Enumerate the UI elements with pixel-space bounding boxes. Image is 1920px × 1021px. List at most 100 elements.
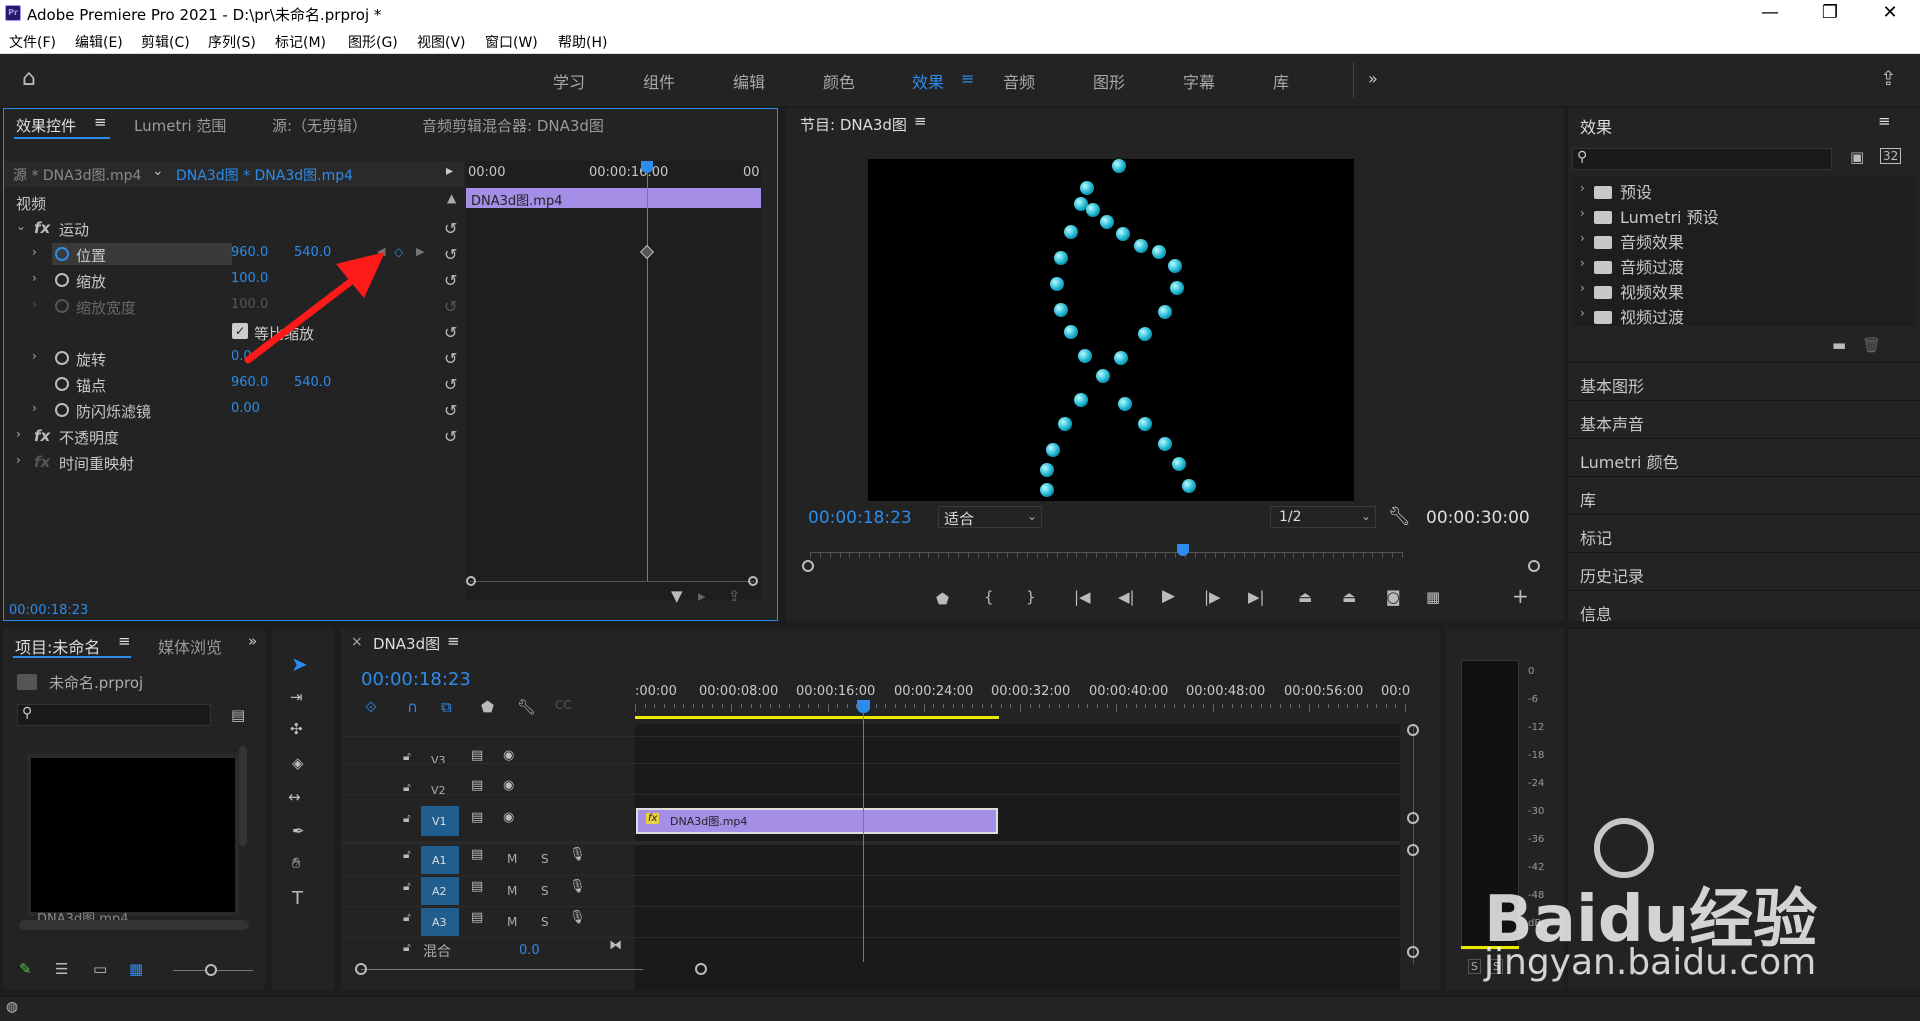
menu-marker[interactable]: 标记(M) (275, 32, 326, 52)
expand-icon[interactable]: › (32, 401, 37, 415)
lift-icon[interactable]: ⏏ (1298, 588, 1312, 606)
fx-icon[interactable]: fx (34, 219, 50, 237)
sync-lock-icon[interactable]: ▤ (471, 847, 483, 862)
new-folder-icon[interactable]: ▬ (1832, 336, 1846, 354)
timeline-hscroll[interactable] (361, 969, 643, 970)
clip-thumbnail[interactable] (27, 754, 239, 916)
compare-icon[interactable]: ▦ (1426, 588, 1440, 606)
step-forward-icon[interactable]: |▶ (1204, 588, 1221, 606)
hand-tool-icon[interactable]: ✋︎ (292, 854, 301, 872)
tab-audio-mixer[interactable]: 音频剪辑混合器: DNA3d图 (422, 115, 604, 136)
tab-effect-controls[interactable]: 效果控件 (16, 115, 76, 136)
stopwatch-icon[interactable] (55, 377, 69, 391)
close-tab-icon[interactable]: × (351, 634, 363, 650)
list-view-icon[interactable]: ☰ (55, 960, 68, 978)
anchor-x-value[interactable]: 960.0 (231, 375, 268, 390)
menu-file[interactable]: 文件(F) (9, 32, 56, 52)
workspace-audio[interactable]: 音频 (1003, 69, 1035, 93)
minimize-button[interactable]: — (1750, 2, 1790, 23)
menu-edit[interactable]: 编辑(E) (75, 32, 123, 52)
captions-icon[interactable]: CC (555, 698, 572, 712)
expand-icon[interactable]: › (32, 349, 37, 363)
close-button[interactable]: ✕ (1870, 2, 1910, 23)
solo-button[interactable]: S (541, 915, 549, 929)
wrench-icon[interactable]: 🔧︎ (1388, 506, 1411, 527)
reset-scale-icon[interactable]: ↺ (444, 271, 457, 290)
fit-dropdown[interactable]: 适合 ⌄ (938, 506, 1042, 528)
eye-icon[interactable]: ◉ (503, 748, 514, 763)
video-audio-divider[interactable] (341, 841, 1400, 845)
more-workspaces-icon[interactable]: » (1368, 69, 1378, 88)
track-a2-target[interactable]: A2 (421, 877, 459, 905)
sync-lock-icon[interactable]: ▤ (471, 810, 483, 825)
sync-lock-icon[interactable]: ▤ (471, 910, 483, 925)
panel-lumetri-color[interactable]: Lumetri 颜色 (1580, 449, 1679, 473)
workspace-libraries[interactable]: 库 (1273, 69, 1289, 93)
timeline-timecode[interactable]: 00:00:18:23 (361, 669, 471, 690)
solo-button[interactable]: S (541, 852, 549, 866)
vscroll-handle[interactable] (1407, 844, 1419, 856)
microphone-icon[interactable]: 🎙︎ (569, 879, 586, 894)
workspace-editing[interactable]: 编辑 (733, 69, 765, 93)
lock-icon[interactable]: 🔓︎ (403, 910, 411, 925)
track-v3-label[interactable]: V3 (431, 754, 446, 767)
lock-icon[interactable]: 🔓︎ (403, 749, 411, 764)
workspace-menu-icon[interactable]: ≡ (961, 69, 974, 88)
microphone-icon[interactable]: 🎙︎ (569, 847, 586, 862)
fx-audio-transitions[interactable]: 音频过渡 (1594, 254, 1684, 278)
linked-selection-icon[interactable]: ⧉ (441, 698, 452, 716)
go-to-out-icon[interactable]: ▶| (1248, 588, 1265, 606)
restore-button[interactable]: ❐ (1810, 2, 1850, 23)
timeline-clip[interactable]: fx DNA3d图.mp4 (636, 808, 998, 834)
menu-help[interactable]: 帮助(H) (558, 32, 607, 52)
snap-icon[interactable]: ∩ (407, 698, 418, 716)
program-video-frame[interactable] (868, 159, 1354, 501)
track-a1-target[interactable]: A1 (421, 846, 459, 874)
lock-icon[interactable]: 🔓︎ (403, 940, 411, 955)
reset-rotation-icon[interactable]: ↺ (444, 349, 457, 368)
expand-icon[interactable]: › (1580, 206, 1585, 220)
extract-icon[interactable]: ⏏ (1342, 588, 1356, 606)
vscroll-handle[interactable] (1407, 946, 1419, 958)
lock-icon[interactable]: 🔓︎ (403, 847, 411, 862)
fx-video-effects[interactable]: 视频效果 (1594, 279, 1684, 303)
status-icon[interactable]: ◍ (6, 999, 18, 1015)
track-v1-target[interactable]: V1 (421, 806, 459, 836)
mix-toggle-icon[interactable]: ⧓ (609, 938, 622, 953)
play-audio-icon[interactable]: ▸ (698, 587, 706, 605)
tab-source[interactable]: 源:（无剪辑） (272, 115, 367, 136)
zoom-handle-left[interactable] (802, 560, 814, 572)
mark-in-icon[interactable]: { (984, 588, 994, 606)
tab-menu-icon[interactable]: ≡ (94, 113, 107, 131)
reset-motion-icon[interactable]: ↺ (444, 219, 457, 238)
sequence-menu-icon[interactable]: ≡ (447, 632, 460, 650)
effects-search-input[interactable]: ⚲ (1572, 148, 1832, 170)
add-marker-icon[interactable]: ⬟ (936, 590, 949, 608)
more-tabs-icon[interactable]: » (248, 632, 257, 650)
slip-tool-icon[interactable]: ↔ (288, 788, 301, 806)
mute-button[interactable]: M (507, 852, 517, 866)
microphone-icon[interactable]: 🎙︎ (569, 910, 586, 925)
expand-icon[interactable]: › (1580, 306, 1585, 320)
program-timecode[interactable]: 00:00:18:23 (808, 508, 912, 528)
resolution-dropdown[interactable]: 1/2 ⌄ (1270, 506, 1376, 528)
play-icon[interactable]: ▶ (1162, 586, 1175, 606)
expand-icon[interactable]: › (16, 427, 21, 441)
expand-icon[interactable]: › (16, 453, 21, 467)
expand-icon[interactable]: › (1580, 256, 1585, 270)
lock-icon[interactable]: 🔓︎ (403, 811, 411, 826)
sync-lock-icon[interactable]: ▤ (471, 879, 483, 894)
fx-video-transitions[interactable]: 视频过渡 (1594, 304, 1684, 328)
workspace-learning[interactable]: 学习 (553, 69, 585, 93)
reset-opacity-icon[interactable]: ↺ (444, 427, 457, 446)
effect-clip-bar[interactable]: DNA3d图.mp4 (466, 188, 761, 209)
workspace-captions[interactable]: 字幕 (1183, 69, 1215, 93)
program-menu-icon[interactable]: ≡ (914, 112, 927, 130)
project-scrollbar[interactable] (19, 920, 249, 930)
track-select-icon[interactable]: ⇥ (290, 688, 303, 706)
workspace-graphics[interactable]: 图形 (1093, 69, 1125, 93)
program-playhead[interactable] (1176, 544, 1189, 556)
panel-libraries[interactable]: 库 (1580, 487, 1596, 511)
stopwatch-icon[interactable] (55, 247, 69, 261)
add-marker-icon[interactable]: ⬟ (481, 698, 494, 716)
